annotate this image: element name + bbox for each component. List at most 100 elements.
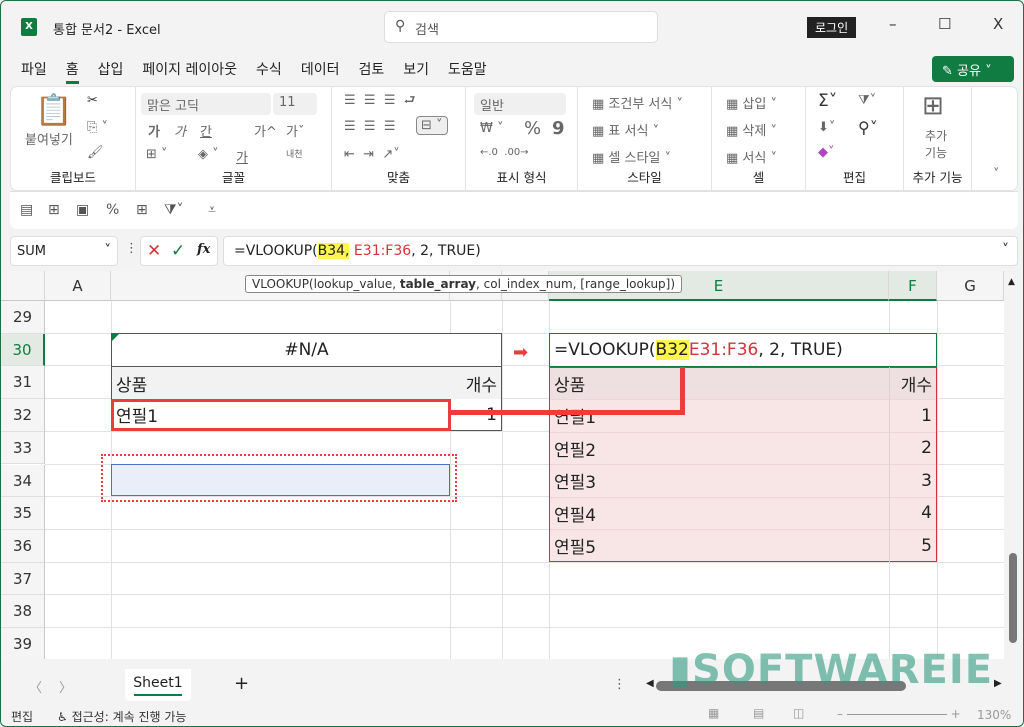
font-name-select[interactable]: 맑은 고딕: [141, 93, 271, 115]
vertical-scrollbar[interactable]: ▲: [1006, 271, 1020, 659]
thick-border-icon[interactable]: ▣: [76, 202, 89, 218]
accessibility-status[interactable]: ♿ 접근성: 계속 진행 가능: [57, 708, 186, 725]
find-icon[interactable]: ⚲˅: [858, 118, 878, 137]
column-header-g[interactable]: G: [937, 271, 1004, 301]
normal-view-icon[interactable]: ▦: [708, 706, 719, 720]
row-header-37[interactable]: 37: [1, 562, 45, 596]
phonetic-button[interactable]: 내천: [286, 147, 303, 160]
page-layout-view-icon[interactable]: ▤: [753, 706, 764, 720]
addins-icon[interactable]: ⊞: [922, 91, 944, 121]
cell-styles-button[interactable]: ▦ 셀 스타일 ˅: [592, 147, 671, 166]
row-header-34[interactable]: 34: [1, 464, 45, 498]
delete-cells-button[interactable]: ▦ 삭제 ˅: [726, 120, 777, 139]
font-size-select[interactable]: 11: [273, 93, 317, 115]
expand-formula-icon[interactable]: ˅: [1002, 242, 1009, 258]
name-box[interactable]: SUM ˅: [10, 236, 118, 266]
right-product-cell[interactable]: 연필1: [554, 403, 596, 428]
grow-font-button[interactable]: 가^: [254, 121, 277, 140]
formula-input[interactable]: =VLOOKUP(B34, E31:F36, 2, TRUE) ˅: [223, 236, 1018, 266]
tab-insert[interactable]: 삽입: [98, 59, 124, 84]
column-header-f[interactable]: F: [889, 271, 937, 301]
tab-data[interactable]: 데이터: [301, 59, 340, 84]
right-count-cell[interactable]: 2: [921, 438, 932, 458]
zoom-slider[interactable]: – +: [837, 707, 967, 721]
sort-filter-icon[interactable]: ⧩˅: [858, 93, 876, 108]
right-count-cell[interactable]: 5: [921, 536, 932, 556]
bold-button[interactable]: 가: [148, 121, 160, 140]
row-header-38[interactable]: 38: [1, 595, 45, 628]
right-product-cell[interactable]: 연필5: [554, 533, 596, 558]
align-left-icon[interactable]: ☰ ☰ ☰: [344, 119, 396, 134]
tab-page-layout[interactable]: 페이지 레이아웃: [142, 59, 237, 84]
formula-cell-e30[interactable]: =VLOOKUP(B32 E31:F36, 2, TRUE): [549, 333, 937, 367]
tab-file[interactable]: 파일: [21, 59, 47, 84]
sheet-tab-sheet1[interactable]: Sheet1: [125, 669, 191, 701]
tab-splitter-icon[interactable]: ⋮: [613, 677, 626, 692]
grid-icon[interactable]: ⊞: [136, 202, 148, 218]
row-header-29[interactable]: 29: [1, 301, 45, 334]
page-break-view-icon[interactable]: ◫: [793, 706, 804, 720]
row-header-31[interactable]: 31: [1, 366, 45, 400]
row-header-35[interactable]: 35: [1, 497, 45, 530]
row-header-33[interactable]: 33: [1, 431, 45, 465]
right-count-cell[interactable]: 3: [921, 471, 932, 491]
selected-cell-b34[interactable]: [111, 464, 450, 496]
format-painter-icon[interactable]: 🖌: [87, 145, 104, 160]
cut-icon[interactable]: ✂: [87, 93, 98, 108]
borders-icon[interactable]: ⊞: [48, 202, 60, 218]
right-product-cell[interactable]: 연필2: [554, 436, 596, 461]
right-product-cell[interactable]: 연필3: [554, 468, 596, 493]
right-count-cell[interactable]: 1: [921, 406, 932, 426]
enter-icon[interactable]: ✓: [171, 241, 185, 261]
indent-icon[interactable]: ⇤ ⇥ ↗˅: [344, 147, 400, 162]
select-all[interactable]: [1, 271, 45, 301]
right-count-cell[interactable]: 4: [921, 503, 932, 523]
clear-icon[interactable]: ◆˅: [818, 145, 835, 160]
format-cells-button[interactable]: ▦ 서식 ˅: [726, 147, 777, 166]
login-button[interactable]: 로그인: [807, 17, 857, 38]
scroll-right-icon[interactable]: ▶: [994, 678, 1002, 689]
scroll-left-icon[interactable]: ◀: [646, 678, 654, 689]
row-header-39[interactable]: 39: [1, 628, 45, 659]
maximize-button[interactable]: ☐: [938, 15, 951, 33]
table-icon[interactable]: ▤: [20, 202, 33, 218]
copy-icon[interactable]: ⎘ ˅: [87, 120, 108, 135]
font-color-button[interactable]: 가: [236, 147, 248, 166]
decimal-icon[interactable]: ←.0 .00→: [480, 147, 529, 158]
tab-home[interactable]: 홈: [65, 59, 79, 84]
search-box[interactable]: ⚲ 검색: [384, 11, 658, 43]
format-table-button[interactable]: ▦ 표 서식 ˅: [592, 120, 659, 139]
worksheet-grid[interactable]: A E F G 293031323334353637383940 #N/A 상품…: [1, 271, 1004, 659]
right-product-cell[interactable]: 연필4: [554, 501, 596, 526]
row-header-32[interactable]: 32: [1, 399, 45, 432]
row-header-36[interactable]: 36: [1, 529, 45, 563]
filter-icon[interactable]: ⧩˅: [164, 202, 184, 218]
add-sheet-button[interactable]: +: [234, 673, 249, 694]
share-button[interactable]: ✎ 공유 ˅: [932, 56, 1014, 82]
comma-button[interactable]: 9: [552, 118, 565, 139]
insert-function-icon[interactable]: fx: [197, 242, 210, 257]
italic-button[interactable]: 가: [174, 121, 186, 140]
customize-qat-icon[interactable]: ⩡: [208, 202, 216, 218]
percent-style-icon[interactable]: %: [106, 202, 119, 218]
underline-button[interactable]: 간: [200, 121, 212, 140]
column-header-a[interactable]: A: [45, 271, 111, 301]
close-button[interactable]: X: [993, 15, 1003, 33]
borders-icon[interactable]: ⊞ ˅: [146, 147, 168, 162]
merge-center-button[interactable]: ⊟ ˅: [416, 116, 448, 135]
insert-cells-button[interactable]: ▦ 삽입 ˅: [726, 93, 777, 112]
percent-button[interactable]: %: [524, 118, 541, 139]
number-format-select[interactable]: 일반: [474, 93, 566, 115]
scroll-up-icon[interactable]: ▲: [1008, 277, 1015, 287]
right-header-product[interactable]: 상품: [554, 371, 585, 396]
fill-icon[interactable]: ⬇˅: [818, 120, 835, 135]
cancel-icon[interactable]: ✕: [147, 241, 161, 261]
autosum-icon[interactable]: Σ˅: [818, 91, 837, 111]
next-sheet-icon[interactable]: 〉: [59, 677, 72, 696]
more-icon[interactable]: ⋮: [125, 241, 138, 256]
zoom-level[interactable]: 130%: [977, 708, 1011, 722]
addins-button[interactable]: 추가 기능: [918, 127, 954, 161]
fill-color-icon[interactable]: ◈ ˅: [198, 147, 219, 162]
tab-formulas[interactable]: 수식: [256, 59, 282, 84]
left-header-count[interactable]: 개수: [466, 371, 497, 396]
